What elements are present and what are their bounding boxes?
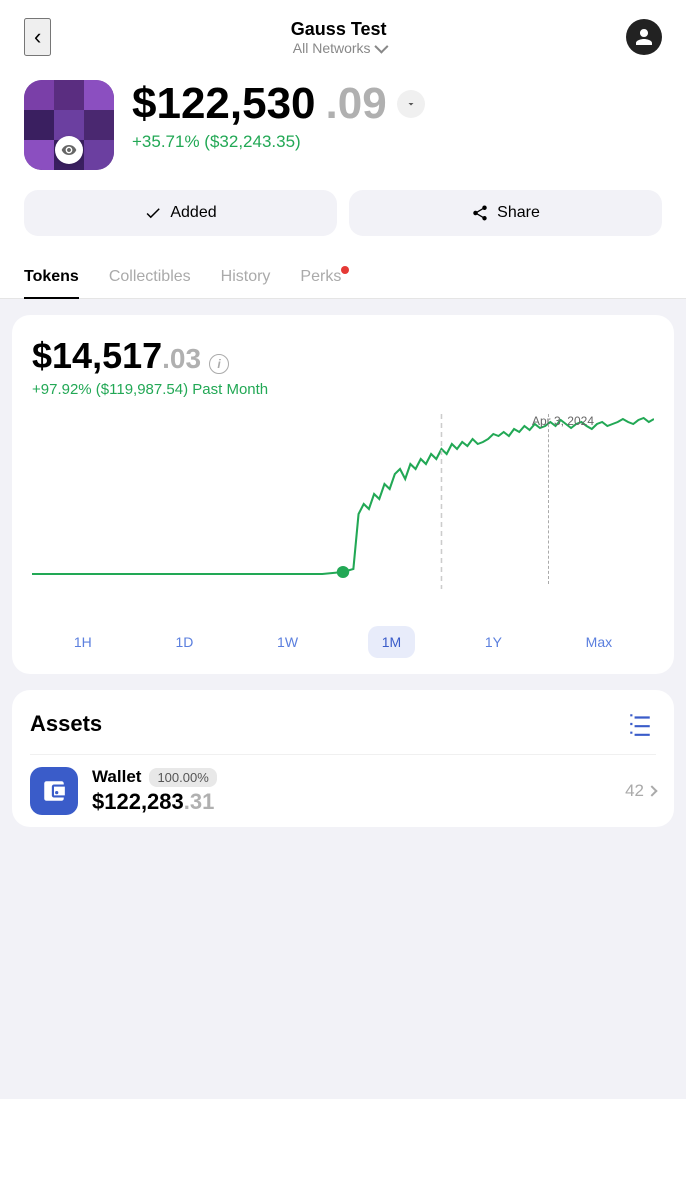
chart-date-label: Apr 3, 2024 xyxy=(532,414,594,428)
time-filters: 1H 1D 1W 1M 1Y Max xyxy=(32,626,654,658)
header-title: Gauss Test xyxy=(51,19,626,40)
profile-section: $122,530.09 +35.71% ($32,243.35) xyxy=(0,70,686,190)
avatar[interactable] xyxy=(626,19,662,55)
chevron-right-icon xyxy=(646,785,657,796)
info-icon[interactable]: i xyxy=(209,354,229,374)
profile-info: $122,530.09 +35.71% ($32,243.35) xyxy=(132,80,662,152)
time-filter-max[interactable]: Max xyxy=(572,626,626,658)
added-button[interactable]: Added xyxy=(24,190,337,236)
balance-dropdown-button[interactable] xyxy=(397,90,425,118)
wallet-percentage-badge: 100.00% xyxy=(149,768,216,787)
wallet-balance: $122,283.31 xyxy=(92,789,625,815)
tab-perks[interactable]: Perks xyxy=(300,256,341,298)
balance-change: +35.71% ($32,243.35) xyxy=(132,132,662,152)
chart-dashed-line xyxy=(548,414,549,584)
chart-card: $14,517.03 i +97.92% ($119,987.54) Past … xyxy=(12,315,674,674)
network-chevron-icon xyxy=(374,39,388,53)
chart-change: +97.92% ($119,987.54) Past Month xyxy=(32,381,654,398)
time-filter-1w[interactable]: 1W xyxy=(263,626,312,658)
chart-dot xyxy=(337,566,349,578)
price-chart: Apr 3, 2024 xyxy=(32,414,654,614)
profile-avatar xyxy=(24,80,114,170)
time-filter-1d[interactable]: 1D xyxy=(161,626,207,658)
wallet-count: 42 xyxy=(625,781,656,801)
main-content: $14,517.03 i +97.92% ($119,987.54) Past … xyxy=(0,299,686,1099)
tab-tokens[interactable]: Tokens xyxy=(24,256,79,298)
total-balance: $122,530.09 xyxy=(132,80,662,128)
time-filter-1m[interactable]: 1M xyxy=(368,626,415,658)
assets-section: Assets Wallet 100.00% $122,283.31 xyxy=(12,690,674,827)
wallet-info: Wallet 100.00% $122,283.31 xyxy=(92,767,625,815)
wallet-icon xyxy=(30,767,78,815)
tab-history[interactable]: History xyxy=(221,256,271,298)
wallet-name-row: Wallet 100.00% xyxy=(92,767,625,787)
time-filter-1y[interactable]: 1Y xyxy=(471,626,516,658)
tab-collectibles[interactable]: Collectibles xyxy=(109,256,191,298)
share-button[interactable]: Share xyxy=(349,190,662,236)
header-center: Gauss Test All Networks xyxy=(51,19,626,56)
wallet-name: Wallet xyxy=(92,767,141,787)
assets-header: Assets xyxy=(30,708,656,740)
chart-balance: $14,517.03 i xyxy=(32,335,654,377)
chart-svg xyxy=(32,414,654,604)
tab-bar: Tokens Collectibles History Perks xyxy=(0,256,686,299)
back-button[interactable]: ‹ xyxy=(24,18,51,56)
time-filter-1h[interactable]: 1H xyxy=(60,626,106,658)
assets-title: Assets xyxy=(30,711,102,737)
eye-badge[interactable] xyxy=(55,136,83,164)
action-buttons: Added Share xyxy=(0,190,686,256)
perks-notification-dot xyxy=(341,266,349,274)
header-subtitle[interactable]: All Networks xyxy=(51,40,626,56)
app-header: ‹ Gauss Test All Networks xyxy=(0,0,686,70)
list-item[interactable]: Wallet 100.00% $122,283.31 42 xyxy=(30,754,656,827)
filter-icon[interactable] xyxy=(624,708,656,740)
